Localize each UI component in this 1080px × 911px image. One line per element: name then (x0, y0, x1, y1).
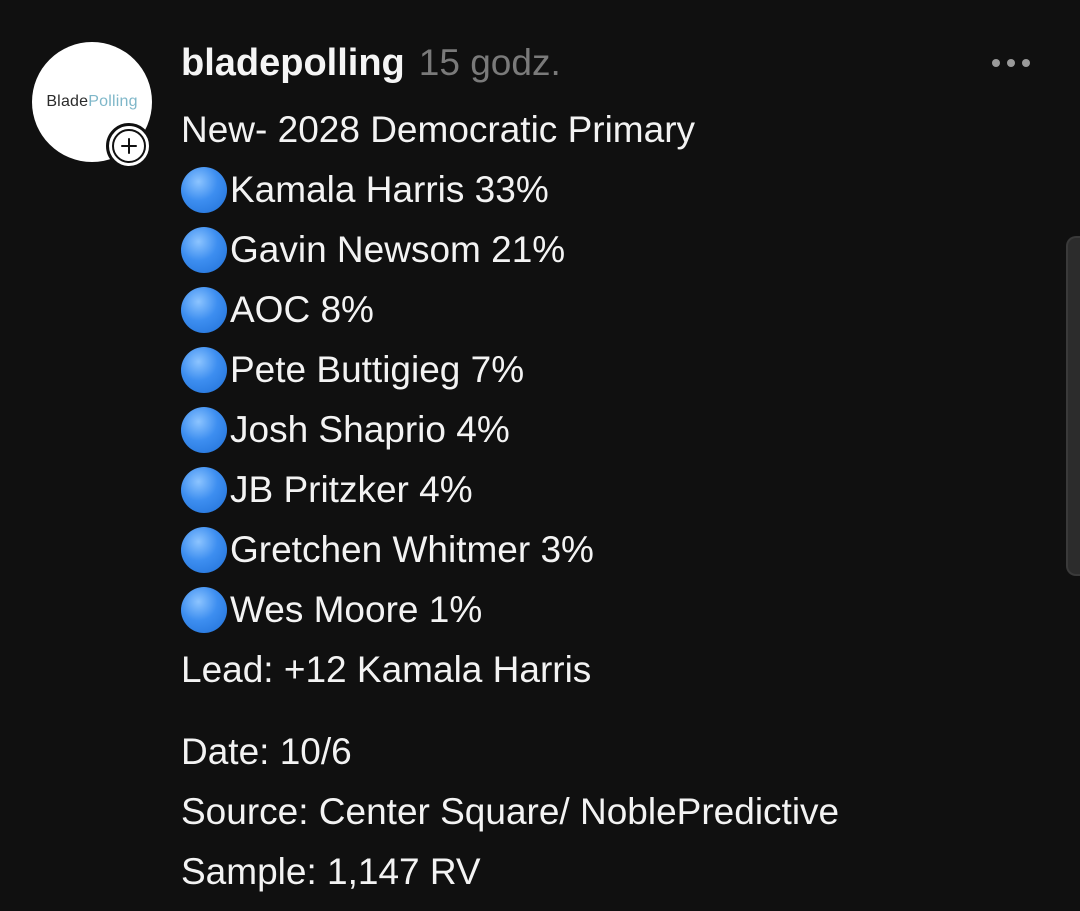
candidate-item: Kamala Harris 33% (181, 160, 1051, 220)
candidate-item: JB Pritzker 4% (181, 460, 1051, 520)
post-header: bladepolling 15 godz. (181, 42, 561, 86)
more-horizontal-icon (992, 59, 1000, 67)
blue-circle-icon (181, 587, 227, 633)
candidate-text: Josh Shaprio 4% (230, 409, 510, 450)
blue-circle-icon (181, 167, 227, 213)
candidate-text: AOC 8% (230, 289, 374, 330)
blue-circle-icon (181, 287, 227, 333)
lead-text: Lead: +12 Kamala Harris (181, 649, 592, 690)
candidate-item: Wes Moore 1% (181, 580, 1051, 640)
blue-circle-icon (181, 347, 227, 393)
timestamp: 15 godz. (418, 42, 561, 83)
candidate-item: Gavin Newsom 21% (181, 220, 1051, 280)
candidate-text: Pete Buttigieg 7% (230, 349, 525, 390)
candidate-item: AOC 8% (181, 280, 1051, 340)
source-text: Source: Center Square/ NoblePredictive (181, 791, 840, 832)
blue-circle-icon (181, 407, 227, 453)
candidate-text: Wes Moore 1% (230, 589, 483, 630)
candidate-item: Josh Shaprio 4% (181, 400, 1051, 460)
candidate-text: Gavin Newsom 21% (230, 229, 566, 270)
username[interactable]: bladepolling (181, 42, 405, 85)
scrollbar[interactable] (1066, 236, 1080, 576)
plus-circle-icon (112, 129, 146, 163)
post-title: New- 2028 Democratic Primary (181, 109, 696, 150)
follow-button[interactable] (106, 123, 152, 169)
sample-text: Sample: 1,147 RV (181, 851, 481, 892)
candidate-item: Pete Buttigieg 7% (181, 340, 1051, 400)
candidate-text: Kamala Harris 33% (230, 169, 549, 210)
post-body: New- 2028 Democratic Primary Kamala Harr… (181, 100, 1051, 902)
candidate-text: JB Pritzker 4% (230, 469, 473, 510)
blue-circle-icon (181, 527, 227, 573)
candidate-text: Gretchen Whitmer 3% (230, 529, 594, 570)
blue-circle-icon (181, 467, 227, 513)
more-options-button[interactable] (990, 57, 1032, 69)
avatar-logo-text: BladePolling (46, 93, 138, 110)
candidate-item: Gretchen Whitmer 3% (181, 520, 1051, 580)
blue-circle-icon (181, 227, 227, 273)
date-text: Date: 10/6 (181, 731, 352, 772)
